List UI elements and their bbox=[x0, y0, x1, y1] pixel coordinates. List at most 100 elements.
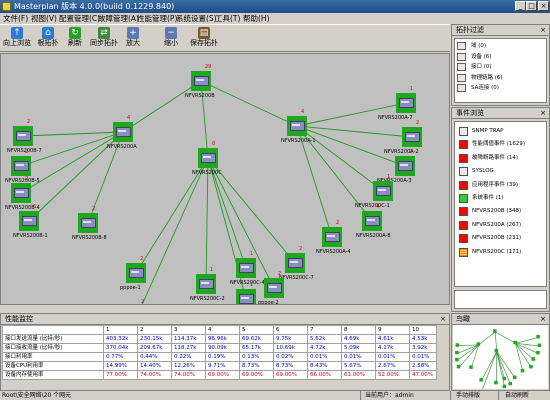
overview-minimap[interactable] bbox=[453, 325, 548, 389]
topology-node[interactable]: 2 NFVRS200B-4 bbox=[5, 176, 40, 211]
router-icon bbox=[322, 227, 342, 247]
column-header[interactable]: 7 bbox=[307, 325, 342, 335]
column-header[interactable]: 3 bbox=[171, 325, 206, 335]
table-cell: 0.01% bbox=[307, 352, 342, 362]
topology-node[interactable]: 2 NFVRS200A-2 bbox=[384, 120, 422, 155]
topology-node[interactable]: 1 NFVRS200C-4 bbox=[230, 251, 265, 286]
column-header[interactable] bbox=[2, 325, 104, 335]
menu-fault[interactable]: 故障管理(A) bbox=[98, 13, 139, 24]
menu-performance[interactable]: 性能管理(P) bbox=[137, 13, 177, 24]
filter-item[interactable]: SA连接 (0) bbox=[455, 83, 546, 94]
table-row[interactable]: 接口利用率 0.77% 0.44% 0.22% 0.19% 0.13% 0.02% 0.01%… bbox=[2, 352, 437, 362]
root-topology-button[interactable]: ⌂ 根拓扑 bbox=[34, 26, 62, 51]
close-icon[interactable]: × bbox=[440, 314, 446, 324]
topology-link[interactable] bbox=[205, 157, 209, 285]
topology-node[interactable]: 2 NFVRS200A-3 bbox=[377, 149, 415, 184]
table-row[interactable]: 接口发送流量 (比特/秒) 403.32k 230.15k 114.37k 96.96k… bbox=[2, 334, 437, 344]
column-header[interactable]: 5 bbox=[239, 325, 274, 335]
event-item[interactable]: 系统事件 (1) bbox=[455, 192, 546, 205]
topology-node[interactable]: 2 NFVRS200B-8 bbox=[72, 206, 107, 241]
event-item[interactable]: 性能阈值事件 (1629) bbox=[455, 138, 546, 151]
menu-system[interactable]: 系统设置(S) bbox=[176, 13, 217, 24]
table-row[interactable]: 设备CPU利用率 14.99% 14.40% 12.26% 9.71% 8.73% 8.73… bbox=[2, 361, 437, 371]
row-label: 接口发送流量 (比特/秒) bbox=[2, 334, 104, 344]
topology-link[interactable] bbox=[296, 125, 413, 138]
topology-node[interactable]: 2 pppoe-2 bbox=[258, 271, 284, 304]
topology-node[interactable]: 1NFVRS200C-3 bbox=[236, 282, 256, 304]
event-item[interactable]: NFVRS200C (171) bbox=[455, 246, 546, 259]
column-header[interactable]: 10 bbox=[409, 325, 437, 335]
table-cell: 74.00% bbox=[171, 370, 206, 380]
close-icon[interactable]: × bbox=[540, 314, 546, 324]
topology-node[interactable]: 0 NFVRS200C bbox=[192, 141, 222, 176]
filter-item[interactable]: 域 (0) bbox=[455, 41, 546, 52]
refresh-button[interactable]: ↻ 刷新 bbox=[64, 26, 86, 51]
topology-link[interactable] bbox=[200, 80, 298, 127]
topology-node[interactable]: 1 NFVRS200C-2 bbox=[190, 267, 225, 302]
filter-item[interactable]: 物理链路 (6) bbox=[455, 73, 546, 84]
topology-link[interactable] bbox=[122, 80, 202, 133]
minimap-link bbox=[495, 331, 516, 344]
topology-node[interactable]: 2 NFVRS200B-7 bbox=[7, 119, 42, 154]
save-topology-button[interactable]: ▤ 保存拓扑 bbox=[188, 26, 220, 51]
event-item[interactable]: 应用程序事件 (39) bbox=[455, 179, 546, 192]
column-header[interactable]: 1 bbox=[103, 325, 138, 335]
filter-checkbox[interactable] bbox=[457, 42, 466, 50]
filter-item[interactable]: 设备 (6) bbox=[455, 52, 546, 63]
close-button[interactable]: × bbox=[538, 1, 549, 11]
topology-link[interactable] bbox=[22, 131, 124, 137]
minimap-node bbox=[455, 350, 459, 355]
topology-node[interactable]: 4 NFVRS200A-8 bbox=[356, 204, 391, 239]
topology-node[interactable]: 6 NFVRS200B-1 bbox=[13, 204, 48, 239]
column-header[interactable]: 9 bbox=[375, 325, 410, 335]
menu-view[interactable]: 视图(V) bbox=[31, 13, 57, 24]
menu-file[interactable]: 文件(F) bbox=[3, 13, 28, 24]
router-icon bbox=[198, 148, 218, 168]
table-row[interactable]: 设备内存使用率 77.00% 74.00% 74.00% 69.00% 69.00% 69.… bbox=[2, 370, 437, 380]
topology-node[interactable]: 2 NFVRS200A-4 bbox=[316, 220, 351, 255]
event-item[interactable]: SYSLOG bbox=[455, 165, 546, 178]
menu-tools[interactable]: 工具(T) bbox=[215, 13, 240, 24]
column-header[interactable]: 8 bbox=[341, 325, 376, 335]
filter-checkbox[interactable] bbox=[457, 63, 466, 71]
topology-node[interactable]: 2 NFVRS200C-7 bbox=[279, 246, 314, 281]
topology-node[interactable]: 2 pppoe-1 bbox=[120, 256, 146, 291]
topology-node[interactable]: 1 NFVRS200C-1 bbox=[355, 174, 393, 209]
table-cell: 230.15k bbox=[137, 334, 172, 344]
menu-config[interactable]: 配置管理(C) bbox=[59, 13, 100, 24]
minimap-node bbox=[493, 329, 497, 333]
up-browse-button[interactable]: ↑ 向上浏览 bbox=[2, 26, 32, 51]
event-item[interactable]: 故障断路事件 (14) bbox=[455, 152, 546, 165]
topology-canvas[interactable]: 29 NFVRS200B 1 NFVRS200A-7 4 NFVRS200A 0 NFVRS2… bbox=[0, 53, 450, 305]
up-arrow-icon: ↑ bbox=[11, 27, 23, 39]
event-item[interactable]: SNMP TRAP bbox=[455, 125, 546, 138]
topology-node[interactable]: 29 NFVRS200B bbox=[185, 64, 215, 99]
topology-node[interactable]: 1 NFVRS200A-7 bbox=[378, 86, 416, 121]
filter-checkbox[interactable] bbox=[457, 52, 466, 61]
zoom-in-button[interactable]: + 放大 bbox=[122, 26, 144, 51]
column-header[interactable]: 4 bbox=[205, 325, 240, 335]
topology-node[interactable]: 4 NFVRS200A-1 bbox=[281, 109, 316, 144]
close-icon[interactable]: × bbox=[540, 25, 546, 35]
minimize-button[interactable]: _ bbox=[515, 1, 526, 11]
table-row[interactable]: 接口接收流量 (比特/秒) 370.04k 209.67k 118.27k 90.09k… bbox=[2, 343, 437, 353]
maximize-button[interactable]: □ bbox=[526, 1, 537, 11]
event-item[interactable]: NFVRS200B (348) bbox=[455, 205, 546, 218]
column-header[interactable]: 6 bbox=[273, 325, 308, 335]
close-icon[interactable]: × bbox=[540, 108, 546, 118]
filter-checkbox[interactable] bbox=[457, 84, 466, 92]
menu-help[interactable]: 帮助(H) bbox=[243, 13, 270, 24]
topology-node[interactable]: 4 NFVRS200A bbox=[107, 115, 137, 150]
table-cell: 118.27k bbox=[171, 343, 206, 353]
column-header[interactable]: 2 bbox=[137, 325, 172, 335]
sync-topology-button[interactable]: ⇄ 同步拓扑 bbox=[88, 26, 120, 51]
minimap-node bbox=[455, 357, 459, 362]
event-item[interactable]: NFVRS200A (267) bbox=[455, 219, 546, 232]
alarm-count-badge: 2 bbox=[25, 149, 29, 155]
filter-checkbox[interactable] bbox=[457, 73, 466, 82]
zoom-out-button[interactable]: − 缩小 bbox=[160, 26, 182, 51]
filter-item[interactable]: 接口 (0) bbox=[455, 62, 546, 73]
topology-node[interactable]: 2 NFVRS200B-5 bbox=[5, 149, 40, 184]
topology-link[interactable] bbox=[296, 125, 384, 192]
event-item[interactable]: NFVRS200B (231) bbox=[455, 232, 546, 245]
